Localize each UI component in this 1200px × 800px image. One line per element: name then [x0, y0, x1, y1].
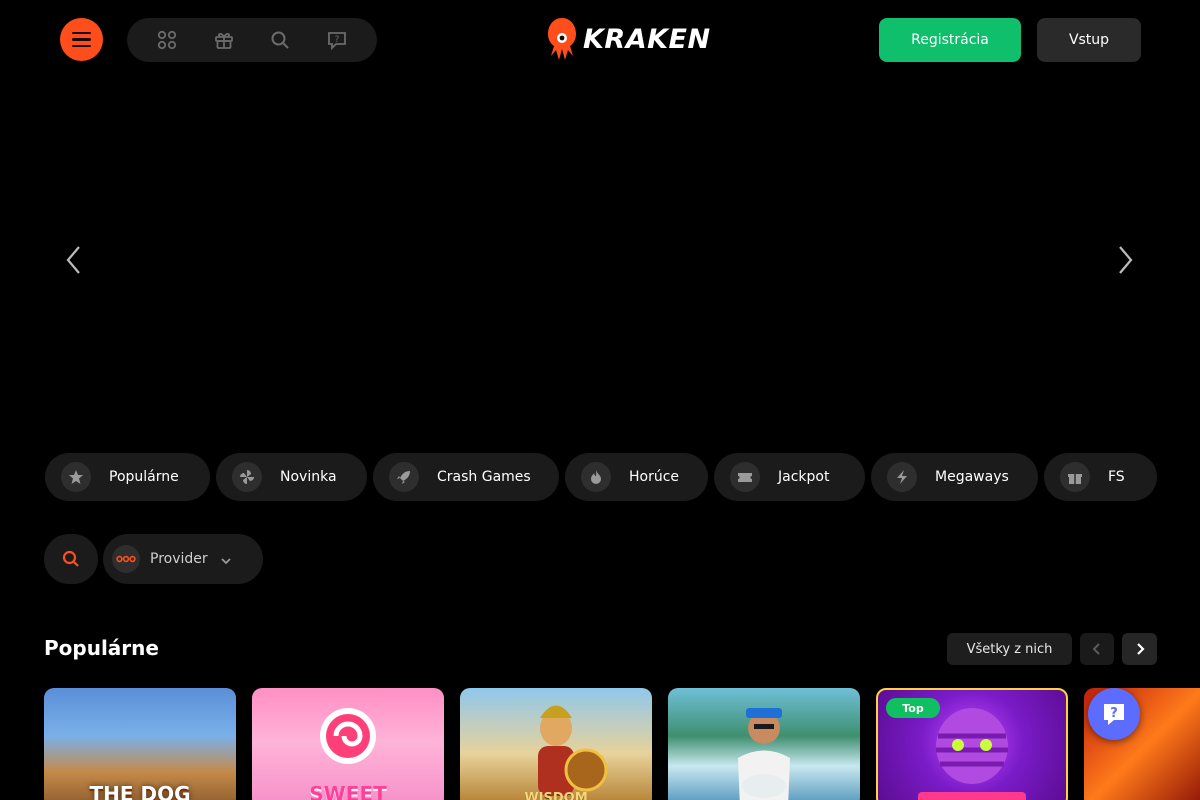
svg-text:?: ?: [334, 35, 339, 45]
tab-fs[interactable]: FS: [1044, 453, 1157, 501]
help-chat-button[interactable]: ?: [1088, 688, 1140, 740]
games-prev-button[interactable]: [1080, 633, 1114, 665]
tab-horuce[interactable]: Horúce: [565, 453, 708, 501]
chevron-right-icon: [1136, 643, 1145, 655]
chevron-left-icon: [66, 246, 80, 274]
provider-icon: [112, 545, 140, 573]
menu-button[interactable]: [60, 18, 103, 61]
game-card[interactable]: SWEET: [252, 688, 444, 800]
game-card[interactable]: THE DOG: [44, 688, 236, 800]
flame-icon: [581, 462, 611, 492]
lightning-icon: [887, 462, 917, 492]
svg-text:?: ?: [1110, 706, 1118, 721]
search-icon[interactable]: [269, 29, 291, 51]
star-icon: [61, 462, 91, 492]
tab-label: FS: [1108, 469, 1125, 485]
goddess-art: [538, 705, 608, 796]
kraken-logo[interactable]: KRAKEN: [545, 16, 711, 62]
gift-icon[interactable]: [213, 29, 235, 51]
game-title-art: SWEET: [309, 782, 387, 800]
tab-label: Populárne: [109, 469, 179, 485]
tab-crash-games[interactable]: Crash Games: [373, 453, 559, 501]
hamburger-icon: [72, 30, 91, 50]
grid-icon[interactable]: [156, 29, 178, 51]
tab-jackpot[interactable]: Jackpot: [714, 453, 865, 501]
gift-icon: [1060, 462, 1090, 492]
banner-next-button[interactable]: [1107, 240, 1143, 280]
game-card[interactable]: WISDOM: [460, 688, 652, 800]
page: ? KRAKEN Registrácia Vstup Populárne Nov…: [0, 0, 1200, 800]
tab-megaways[interactable]: Megaways: [871, 453, 1038, 501]
top-badge: Top: [886, 698, 940, 718]
login-button[interactable]: Vstup: [1037, 18, 1141, 62]
tab-label: Horúce: [629, 469, 680, 485]
game-title-art: WISDOM: [524, 791, 588, 800]
help-chat-icon[interactable]: ?: [326, 29, 348, 51]
games-next-button[interactable]: [1122, 633, 1157, 665]
game-search-button[interactable]: [44, 534, 98, 584]
games-row: THE DOG SWEET WISDOM Top: [44, 688, 1200, 800]
tab-popularne[interactable]: Populárne: [45, 453, 210, 501]
game-title-art: THE DOG: [89, 782, 191, 800]
banner-prev-button[interactable]: [56, 240, 92, 280]
ticket-icon: [730, 462, 760, 492]
tab-label: Megaways: [935, 469, 1009, 485]
tab-label: Novinka: [280, 469, 337, 485]
chevron-down-icon: [220, 550, 232, 569]
game-card[interactable]: [668, 688, 860, 800]
pinwheel-icon: [232, 462, 262, 492]
chevron-right-icon: [1119, 246, 1133, 274]
search-icon: [62, 550, 79, 567]
provider-label: Provider: [150, 551, 208, 567]
kraken-logo-icon: [548, 18, 576, 60]
see-all-button[interactable]: Všetky z nich: [947, 633, 1072, 665]
fisherman-art: [738, 708, 790, 800]
tab-novinka[interactable]: Novinka: [216, 453, 367, 501]
category-tabs: Populárne Novinka Crash Games Horúce Jac…: [45, 453, 1157, 501]
provider-dropdown[interactable]: Provider: [103, 534, 263, 584]
tab-label: Jackpot: [778, 469, 830, 485]
register-button[interactable]: Registrácia: [879, 18, 1021, 62]
chevron-left-icon: [1092, 643, 1100, 655]
section-title: Populárne: [44, 636, 159, 660]
logo-text: KRAKEN: [583, 23, 711, 55]
help-chat-icon: ?: [1104, 704, 1124, 725]
game-card[interactable]: Top: [876, 688, 1068, 800]
rocket-icon: [389, 462, 419, 492]
quick-nav: ?: [127, 18, 377, 62]
tab-label: Crash Games: [437, 469, 531, 485]
